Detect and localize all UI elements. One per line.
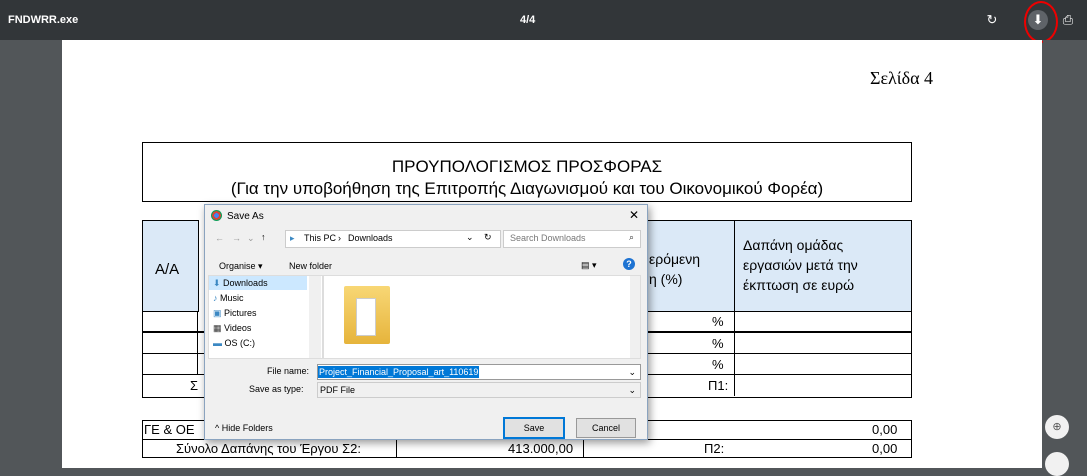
header-aa-label: Α/Α [155,261,180,278]
p1-label: Π1: [708,378,729,393]
organise-button[interactable]: Organise ▾ [219,261,263,272]
header-cost-label: Δαπάνη ομάδας εργασιών μετά την έκπτωση … [743,237,858,293]
dropdown-icon[interactable]: ⌄ [466,232,474,243]
total-label: Σύνολο Δαπάνης του Έργου Σ2: [176,441,361,456]
music-icon: ♪ [213,293,221,303]
nav-item-os-c[interactable]: ▬ OS (C:) [213,338,255,348]
recent-icon[interactable]: ⌄ [247,233,255,244]
pct-cell: % [712,336,724,351]
save-type-dropdown-icon[interactable]: ⌄ [628,383,636,397]
close-icon[interactable]: ✕ [629,208,639,222]
budget-subtitle: (Για την υποβοήθηση της Επιτροπής Διαγων… [230,179,824,198]
save-type-label: Save as type: [249,384,304,394]
zero-value-1: 0,00 [872,422,898,437]
zoom-button[interactable] [1045,452,1069,476]
file-name-value: Project_Financial_Proposal_art_110619 [318,366,480,378]
column-divider [734,311,735,396]
save-type-value: PDF File [320,385,356,395]
pct-cell: % [712,357,724,372]
page-counter: 4/4 [520,14,536,26]
p2-label: Π2: [704,441,725,456]
ge-oe-label: ΓΕ & ΟΕ [144,422,195,437]
file-name-label: File name: [267,366,310,376]
save-button[interactable]: Save [503,417,565,439]
help-icon[interactable]: ? [623,258,635,270]
nav-item-downloads[interactable]: ⬇ Downloads [213,278,268,289]
print-icon[interactable]: ⎙ [1060,12,1076,28]
file-scrollbar[interactable] [630,276,640,358]
up-icon[interactable]: ↑ [261,232,266,242]
nav-item-music[interactable]: ♪ Music [213,293,244,303]
document-preview-icon [356,298,376,336]
new-folder-button[interactable]: New folder [289,261,332,271]
videos-icon: ▦ [213,323,225,333]
downloads-icon: ⬇ [213,278,224,288]
header-aa: Α/Α [142,220,199,312]
nav-item-videos[interactable]: ▦ Videos [213,323,251,334]
save-type-select[interactable]: PDF File ⌄ [317,382,641,398]
pictures-icon: ▣ [213,308,225,318]
hide-folders-button[interactable]: ^ Hide Folders [215,423,273,433]
total-value: 413.000,00 [508,441,574,456]
search-icon: ⌕ [628,232,634,242]
budget-title-box: ΠΡΟΥΠΟΛΟΓΙΣΜΟΣ ΠΡΟΣΦΟΡΑΣ (Για την υποβοή… [142,142,912,202]
sum-label-partial: Σ [190,378,199,393]
navigation-pane: ⬇ Downloads ♪ Music ▣ Pictures ▦ Videos … [208,275,323,359]
zoom-fit-button[interactable]: ⊕ [1045,415,1069,439]
header-discount-label: ερόμενη η (%) [649,251,701,287]
path-folder[interactable]: Downloads [348,233,393,243]
dialog-title: Save As [227,211,264,222]
search-input[interactable]: Search Downloads ⌕ [503,230,641,248]
file-name-dropdown-icon[interactable]: ⌄ [628,365,636,379]
rotate-icon[interactable]: ↻ [984,12,1000,28]
view-options-icon[interactable]: ▤ ▾ [581,260,597,271]
header-discount: ερόμενη η (%) [646,220,736,312]
nav-scrollbar[interactable] [309,276,321,358]
back-icon[interactable]: ← [215,233,224,243]
scrollbar[interactable] [1043,40,1087,468]
refresh-icon[interactable]: ↻ [484,232,492,243]
nav-item-pictures[interactable]: ▣ Pictures [213,308,257,319]
file-name: FNDWRR.exe [8,14,79,26]
zero-value-2: 0,00 [872,441,898,456]
save-as-dialog: Save As ✕ ← → ⌄ ↑ ▸ This PC › Downloads … [204,204,648,440]
cancel-button[interactable]: Cancel [576,418,636,438]
forward-icon[interactable]: → [232,233,241,243]
budget-title: ΠΡΟΥΠΟΛΟΓΙΣΜΟΣ ΠΡΟΣΦΟΡΑΣ [391,157,663,176]
file-list-pane [323,275,641,359]
page-label: Σελίδα 4 [870,68,934,88]
viewer-toolbar: FNDWRR.exe 4/4 ↻ ⬇ ⎙ [0,0,1087,43]
download-highlight-circle [1024,1,1058,43]
file-name-input[interactable]: Project_Financial_Proposal_art_110619 ⌄ [317,364,641,380]
drive-icon: ▬ [213,338,225,348]
address-bar[interactable]: ▸ This PC › Downloads ⌄ ↻ [285,230,501,248]
chrome-icon [211,210,222,221]
chevron-up-icon: ^ [215,423,222,433]
folder-icon: ▸ [290,233,295,243]
column-divider [197,311,198,374]
pct-cell: % [712,314,724,329]
search-placeholder: Search Downloads [510,233,586,243]
header-cost: Δαπάνη ομάδας εργασιών μετά την έκπτωση … [734,220,912,312]
path-separator-icon: › [338,233,341,243]
path-root[interactable]: This PC [304,233,336,243]
